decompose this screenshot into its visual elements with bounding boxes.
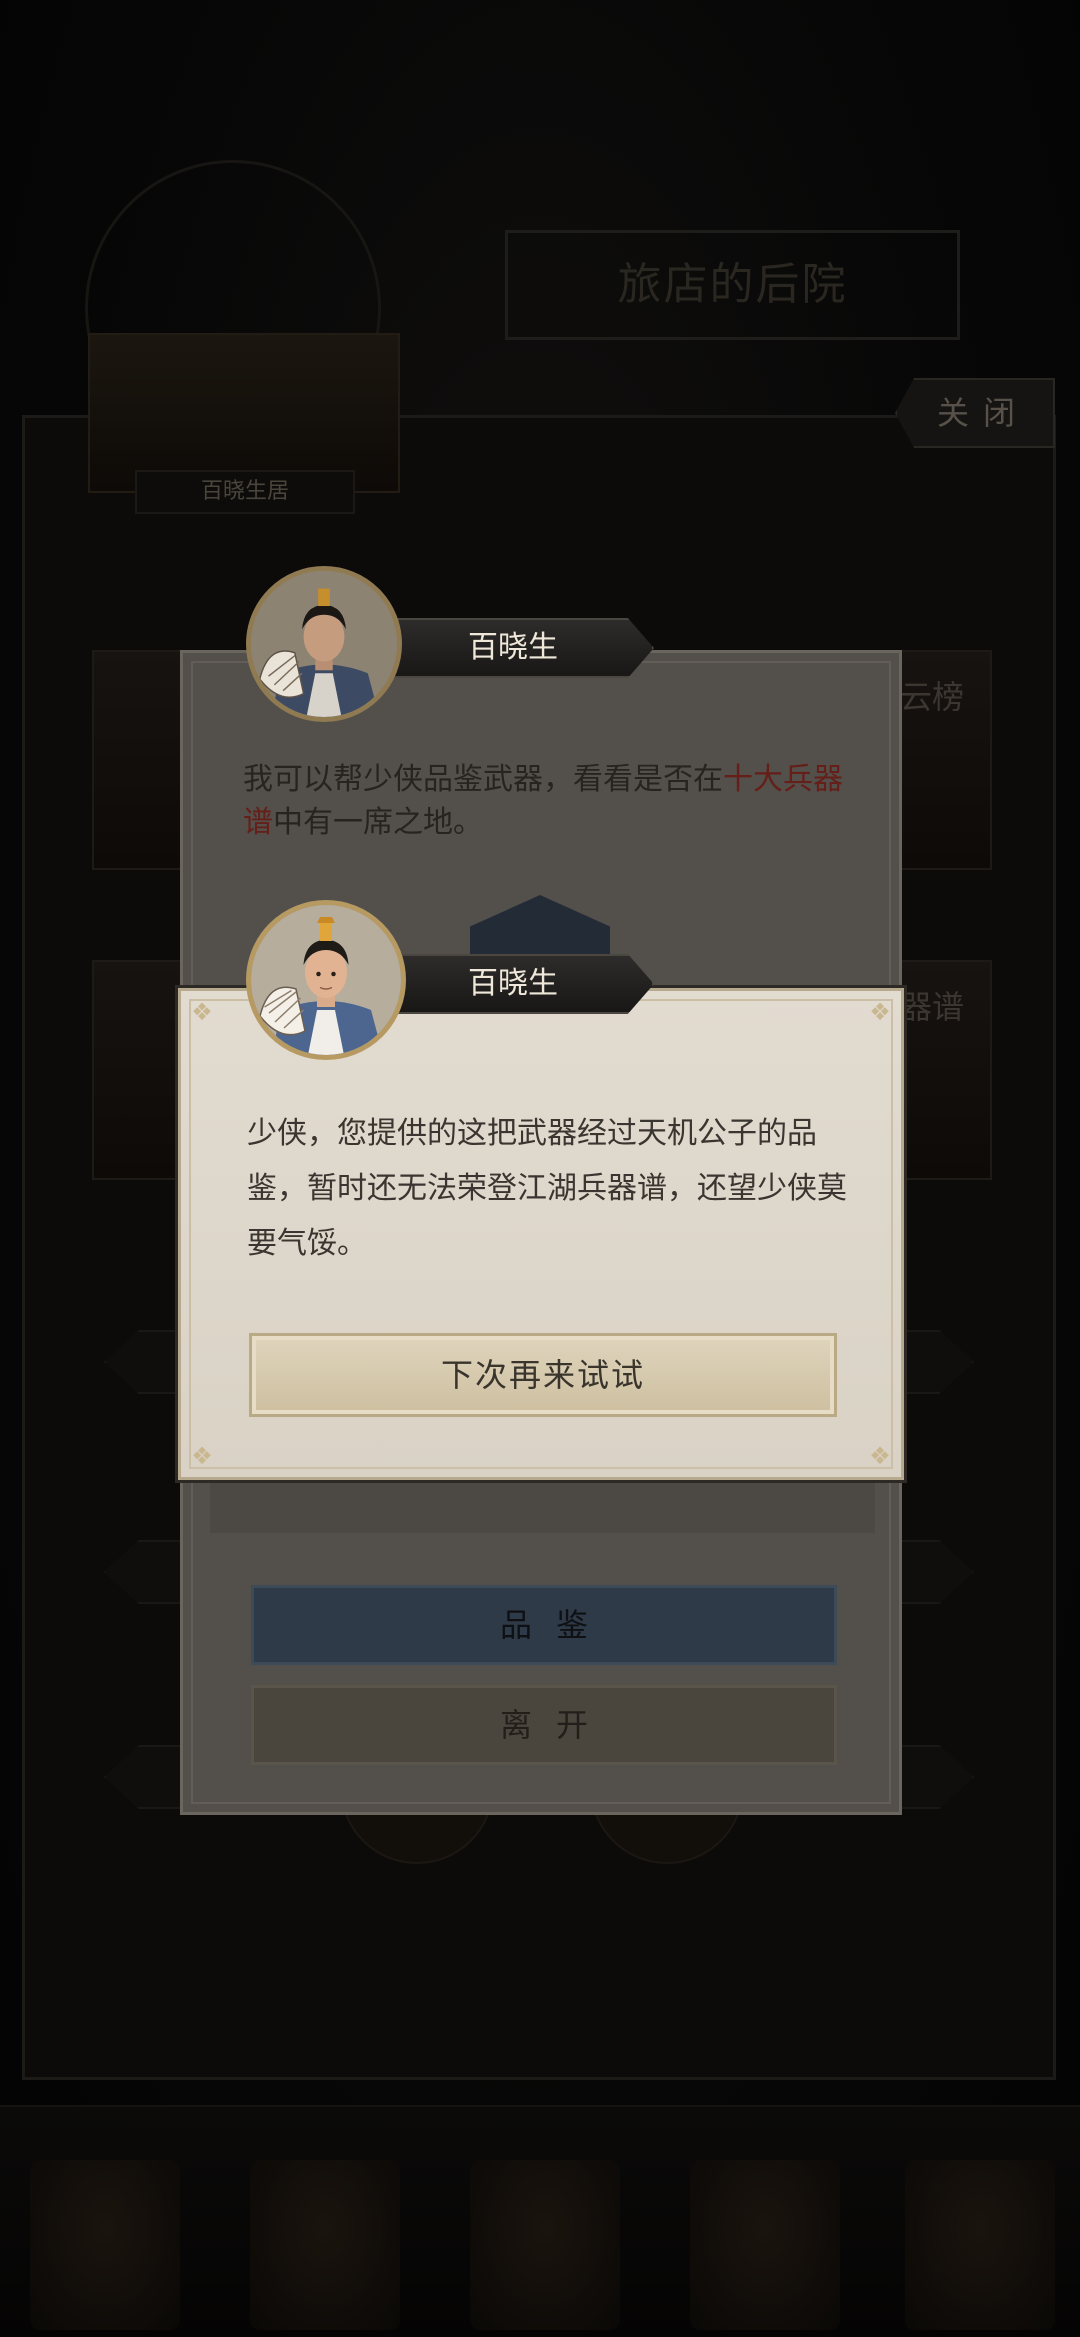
close-button[interactable]: 关闭 (895, 378, 1055, 448)
dialog-intro-text: 我可以帮少侠品鉴武器，看看是否在十大兵器谱中有一席之地。 (243, 758, 843, 844)
intro-text-part: 中有一席之地。 (273, 805, 483, 840)
game-screen: 旅店的后院 百晓生居 关闭 云榜 器谱 我可以帮少侠品鉴武器，看看是否在十大兵器… (0, 0, 1080, 2337)
side-label-yunbang: 云榜 (900, 678, 965, 716)
intro-text-part: 我可以帮少侠品鉴武器，看看是否在 (243, 762, 723, 797)
result-dialog: ❖ ❖ ❖ ❖ 少侠，您提供的这把武器经过天机公子的品鉴，暂时还无法荣登江湖兵器… (178, 988, 904, 1480)
speaker-name-tag: 百晓生 (392, 618, 654, 678)
leave-button[interactable]: 离开 (251, 1685, 837, 1765)
location-thumbnail[interactable] (88, 333, 400, 493)
appraise-button[interactable]: 品鉴 (251, 1585, 837, 1665)
nav-slot[interactable] (690, 2160, 840, 2330)
speaker-portrait (246, 566, 402, 722)
corner-ornament-icon: ❖ (191, 1442, 213, 1470)
background-card (92, 650, 184, 870)
nav-slot[interactable] (905, 2160, 1055, 2330)
nav-slot[interactable] (250, 2160, 400, 2330)
speaker-portrait (246, 900, 406, 1060)
result-message: 少侠，您提供的这把武器经过天机公子的品鉴，暂时还无法荣登江湖兵器谱，还望少侠莫要… (247, 1116, 847, 1261)
location-label: 百晓生居 (135, 470, 355, 514)
try-again-button[interactable]: 下次再来试试 (249, 1333, 837, 1417)
background-scene-title: 旅店的后院 (505, 230, 960, 340)
scholar-portrait-icon (251, 571, 397, 717)
corner-ornament-icon: ❖ (869, 1442, 891, 1470)
corner-ornament-icon: ❖ (869, 998, 891, 1026)
background-card (92, 960, 184, 1180)
nav-slot[interactable] (470, 2160, 620, 2330)
corner-ornament-icon: ❖ (191, 998, 213, 1026)
side-label-qipu: 器谱 (900, 988, 965, 1026)
scholar-portrait-icon (251, 905, 401, 1055)
nav-slot[interactable] (30, 2160, 180, 2330)
speaker-name-tag: 百晓生 (392, 954, 654, 1014)
